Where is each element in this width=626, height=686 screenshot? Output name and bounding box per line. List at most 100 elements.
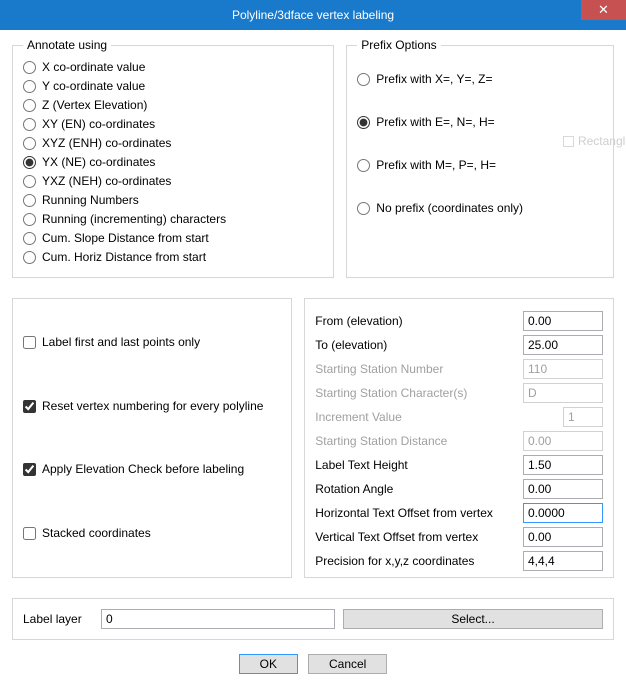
annotate-radio[interactable] <box>23 99 36 112</box>
annotate-option[interactable]: Running (incrementing) characters <box>23 210 323 229</box>
checkbox-reset-numbering[interactable] <box>23 400 36 413</box>
annotate-option[interactable]: YXZ (NEH) co-ordinates <box>23 172 323 191</box>
field-input-start-num <box>523 359 603 379</box>
titlebar: Polyline/3dface vertex labeling ✕ <box>0 0 626 30</box>
annotate-radio[interactable] <box>23 251 36 264</box>
annotate-option-label: X co-ordinate value <box>42 59 145 76</box>
field-row-incr-val: Increment Value <box>315 405 603 429</box>
cancel-button[interactable]: Cancel <box>308 654 387 674</box>
dialog-buttons: OK Cancel <box>12 654 614 674</box>
field-label: Label Text Height <box>315 458 517 472</box>
checkbox-stacked[interactable] <box>23 527 36 540</box>
annotate-option-label: Running Numbers <box>42 192 139 209</box>
annotate-option-label: XY (EN) co-ordinates <box>42 116 155 133</box>
prefix-radio[interactable] <box>357 159 370 172</box>
ok-button[interactable]: OK <box>239 654 298 674</box>
annotate-radio[interactable] <box>23 175 36 188</box>
field-row-h-offset: Horizontal Text Offset from vertex <box>315 501 603 525</box>
prefix-options-group: Prefix Options Prefix with X=, Y=, Z= Pre… <box>346 38 614 278</box>
field-label: Horizontal Text Offset from vertex <box>315 506 517 520</box>
annotate-radio[interactable] <box>23 213 36 226</box>
annotate-option[interactable]: Cum. Slope Distance from start <box>23 229 323 248</box>
field-label: Vertical Text Offset from vertex <box>315 530 517 544</box>
annotate-option[interactable]: Y co-ordinate value <box>23 77 323 96</box>
close-button[interactable]: ✕ <box>581 0 626 20</box>
field-input-text-height[interactable] <box>523 455 603 475</box>
checkbox-elev-check[interactable] <box>23 463 36 476</box>
annotate-radio[interactable] <box>23 80 36 93</box>
field-input-h-offset[interactable] <box>523 503 603 523</box>
prefix-radio[interactable] <box>357 116 370 129</box>
field-row-to-elev: To (elevation) <box>315 333 603 357</box>
field-label: Starting Station Distance <box>315 434 517 448</box>
label-layer-input[interactable] <box>101 609 335 629</box>
prefix-option-label: Prefix with X=, Y=, Z= <box>376 71 492 88</box>
annotate-option-label: YX (NE) co-ordinates <box>42 154 155 171</box>
prefix-radio[interactable] <box>357 202 370 215</box>
field-label: Increment Value <box>315 410 557 424</box>
annotate-radio[interactable] <box>23 61 36 74</box>
field-input-to-elev[interactable] <box>523 335 603 355</box>
annotate-option-label: XYZ (ENH) co-ordinates <box>42 135 171 152</box>
window-title: Polyline/3dface vertex labeling <box>232 8 394 22</box>
annotate-option-label: Z (Vertex Elevation) <box>42 97 147 114</box>
annotate-option[interactable]: Running Numbers <box>23 191 323 210</box>
annotate-option[interactable]: XYZ (ENH) co-ordinates <box>23 134 323 153</box>
annotate-radio[interactable] <box>23 137 36 150</box>
annotate-option-label: Cum. Slope Distance from start <box>42 230 209 247</box>
dialog-body: Rectangle Annotate using X co-ordinate v… <box>0 30 626 686</box>
field-label: Precision for x,y,z coordinates <box>315 554 517 568</box>
field-input-v-offset[interactable] <box>523 527 603 547</box>
label-layer-row: Label layer Select... <box>12 598 614 640</box>
label-layer-label: Label layer <box>23 612 93 626</box>
annotate-option-label: YXZ (NEH) co-ordinates <box>42 173 171 190</box>
field-input-start-dist <box>523 431 603 451</box>
annotate-using-group: Annotate using X co-ordinate value Y co-o… <box>12 38 334 278</box>
annotate-radio[interactable] <box>23 232 36 245</box>
annotate-option[interactable]: Z (Vertex Elevation) <box>23 96 323 115</box>
check-reset-numbering[interactable]: Reset vertex numbering for every polylin… <box>23 397 281 416</box>
close-icon: ✕ <box>598 2 609 18</box>
field-row-start-num: Starting Station Number <box>315 357 603 381</box>
field-row-from-elev: From (elevation) <box>315 309 603 333</box>
prefix-radio[interactable] <box>357 73 370 86</box>
annotate-radio[interactable] <box>23 118 36 131</box>
field-input-from-elev[interactable] <box>523 311 603 331</box>
check-stacked[interactable]: Stacked coordinates <box>23 524 281 543</box>
prefix-option[interactable]: No prefix (coordinates only) <box>357 187 603 230</box>
prefix-option-label: No prefix (coordinates only) <box>376 200 523 217</box>
annotate-radio[interactable] <box>23 194 36 207</box>
annotate-option-label: Running (incrementing) characters <box>42 211 226 228</box>
prefix-option[interactable]: Prefix with E=, N=, H= <box>357 101 603 144</box>
prefix-option[interactable]: Prefix with M=, P=, H= <box>357 144 603 187</box>
field-row-precision: Precision for x,y,z coordinates <box>315 549 603 573</box>
annotate-option[interactable]: YX (NE) co-ordinates <box>23 153 323 172</box>
annotate-radio[interactable] <box>23 156 36 169</box>
field-row-v-offset: Vertical Text Offset from vertex <box>315 525 603 549</box>
field-label: Rotation Angle <box>315 482 517 496</box>
prefix-legend: Prefix Options <box>357 38 440 52</box>
field-label: From (elevation) <box>315 314 517 328</box>
prefix-option-label: Prefix with E=, N=, H= <box>376 114 494 131</box>
prefix-option-label: Prefix with M=, P=, H= <box>376 157 496 174</box>
annotate-option-label: Cum. Horiz Distance from start <box>42 249 206 266</box>
field-label: Starting Station Character(s) <box>315 386 517 400</box>
check-label-first-last[interactable]: Label first and last points only <box>23 333 281 352</box>
checkbox-label-first-last[interactable] <box>23 336 36 349</box>
field-row-rot-angle: Rotation Angle <box>315 477 603 501</box>
field-input-rot-angle[interactable] <box>523 479 603 499</box>
field-input-precision[interactable] <box>523 551 603 571</box>
annotate-option-label: Y co-ordinate value <box>42 78 145 95</box>
annotate-option[interactable]: Cum. Horiz Distance from start <box>23 248 323 267</box>
prefix-option[interactable]: Prefix with X=, Y=, Z= <box>357 58 603 101</box>
annotate-option[interactable]: XY (EN) co-ordinates <box>23 115 323 134</box>
annotate-option[interactable]: X co-ordinate value <box>23 58 323 77</box>
field-row-text-height: Label Text Height <box>315 453 603 477</box>
field-label: Starting Station Number <box>315 362 517 376</box>
select-layer-button[interactable]: Select... <box>343 609 603 629</box>
field-row-start-dist: Starting Station Distance <box>315 429 603 453</box>
check-elev-check[interactable]: Apply Elevation Check before labeling <box>23 460 281 479</box>
annotate-legend: Annotate using <box>23 38 111 52</box>
field-row-start-char: Starting Station Character(s) <box>315 381 603 405</box>
options-group: Label first and last points only Reset v… <box>12 298 292 578</box>
